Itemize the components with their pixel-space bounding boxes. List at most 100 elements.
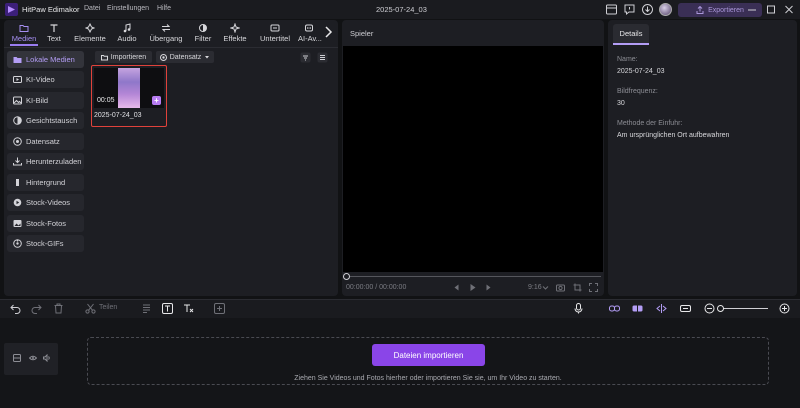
tab-details[interactable]: Details (613, 24, 649, 45)
chevron-right-icon[interactable] (323, 25, 333, 39)
detail-label-name: Name: (617, 56, 638, 63)
face-icon (13, 116, 22, 125)
sidebar-item-datensatz[interactable]: Datensatz (7, 133, 84, 150)
split-label[interactable]: Teilen (99, 304, 117, 311)
sidebar-item-label: Hintergrund (26, 178, 66, 187)
sidebar-item-stock-gifs[interactable]: Stock-GIFs (7, 235, 84, 252)
tab-label: Audio (117, 34, 137, 43)
minimize-icon[interactable] (747, 3, 757, 16)
dataset-dropdown[interactable]: Datensatz (156, 51, 214, 63)
tab-label: Untertitel (259, 34, 290, 43)
dataset-icon (159, 53, 167, 61)
layout-icon[interactable] (605, 3, 618, 16)
music-icon (111, 23, 143, 33)
image-icon (13, 96, 22, 105)
tab-elemente[interactable]: Elemente (71, 23, 109, 45)
view-toggle-icon[interactable] (317, 52, 328, 63)
subtitle-track-icon[interactable] (141, 303, 152, 314)
tab-label: Elemente (74, 34, 106, 43)
dataset-label: Datensatz (169, 53, 202, 61)
background-icon (13, 178, 22, 187)
import-icon (100, 54, 108, 61)
menu-einstellungen[interactable]: Einstellungen (107, 5, 149, 12)
dataset-icon (13, 137, 22, 146)
timecode: 00:00:00 / 00:00:00 (346, 284, 407, 291)
sidebar-item-label: Lokale Medien (26, 55, 75, 64)
eye-icon[interactable] (29, 354, 37, 362)
feedback-icon[interactable] (623, 3, 636, 16)
playback-scrubber[interactable] (346, 276, 601, 277)
magnet-snap-icon[interactable] (632, 303, 643, 314)
link-clips-icon[interactable] (609, 303, 620, 314)
sidebar-item-label: Stock-Fotos (26, 219, 67, 228)
chevron-down-icon (204, 54, 210, 60)
text-icon (38, 23, 70, 33)
chevron-down-icon[interactable] (541, 283, 550, 292)
crop-icon[interactable] (573, 283, 582, 292)
undo-icon[interactable] (10, 303, 21, 314)
redo-icon[interactable] (31, 303, 42, 314)
export-label: Exportieren (708, 6, 744, 14)
sort-filter-icon[interactable] (300, 52, 311, 63)
menu-datei[interactable]: Datei (84, 5, 100, 12)
sidebar-item-stock-videos[interactable]: Stock-Videos (7, 194, 84, 211)
import-files-button[interactable]: Dateien importieren (372, 344, 485, 366)
import-button[interactable]: Importieren (95, 51, 152, 63)
sidebar-item-herunterzuladen[interactable]: Herunterzuladen (7, 153, 84, 170)
aspect-ratio-selector[interactable]: 9:16 (528, 284, 542, 291)
tab-medien[interactable]: Medien (7, 23, 41, 45)
filter-icon (189, 23, 217, 33)
fit-timeline-icon[interactable] (680, 303, 691, 314)
tab-ai-avatar[interactable]: AI-Av... (298, 23, 324, 45)
export-icon (696, 6, 704, 14)
scissors-icon[interactable] (85, 303, 96, 314)
user-avatar[interactable] (659, 3, 672, 16)
menu-hilfe[interactable]: Hilfe (157, 5, 171, 12)
add-media-icon[interactable] (214, 303, 225, 314)
sidebar-item-ki-bild[interactable]: KI-Bild (7, 92, 84, 109)
zoom-slider-handle[interactable] (717, 305, 724, 312)
timeline-zoom-slider[interactable] (718, 308, 768, 309)
close-icon[interactable] (784, 3, 794, 16)
tab-label: Effekte (223, 34, 247, 43)
microphone-icon[interactable] (573, 303, 584, 314)
tab-audio[interactable]: Audio (111, 23, 143, 45)
tab-text[interactable]: Text (38, 23, 70, 45)
video-preview[interactable] (343, 46, 603, 272)
import-label: Importieren (110, 53, 147, 61)
sidebar-item-gesichtstausch[interactable]: Gesichtstausch (7, 112, 84, 129)
tab-effekte[interactable]: Effekte (220, 23, 250, 45)
play-icon[interactable] (468, 283, 477, 292)
gif-icon (13, 239, 22, 248)
video-track-icon[interactable] (13, 354, 21, 362)
tab-label: Medien (11, 34, 37, 43)
tab-uebergang[interactable]: Übergang (146, 23, 186, 45)
zoom-in-icon[interactable] (779, 303, 790, 314)
add-to-timeline-icon[interactable]: + (152, 96, 161, 105)
next-frame-icon[interactable] (484, 283, 493, 292)
scrubber-handle[interactable] (343, 273, 350, 280)
sidebar-item-lokale-medien[interactable]: Lokale Medien (7, 51, 84, 68)
sidebar-item-hintergrund[interactable]: Hintergrund (7, 174, 84, 191)
speaker-icon[interactable] (43, 354, 51, 362)
edit-text-icon[interactable] (183, 303, 194, 314)
maximize-icon[interactable] (766, 3, 776, 16)
ai-icon (298, 23, 324, 33)
fullscreen-icon[interactable] (589, 283, 598, 292)
zoom-out-icon[interactable] (704, 303, 715, 314)
split-view-icon[interactable] (656, 303, 667, 314)
tab-filter[interactable]: Filter (189, 23, 217, 45)
previous-frame-icon[interactable] (452, 283, 461, 292)
tab-label: Text (47, 34, 61, 43)
download-icon (13, 157, 22, 166)
tab-untertitel[interactable]: Untertitel (255, 23, 295, 45)
snapshot-icon[interactable] (556, 283, 565, 292)
stock-photo-icon (13, 219, 22, 228)
delete-icon[interactable] (53, 303, 64, 314)
sidebar-item-ki-video[interactable]: KI-Video (7, 71, 84, 88)
transition-icon (146, 23, 186, 33)
download-icon[interactable] (641, 3, 654, 16)
text-box-icon[interactable] (162, 303, 173, 314)
sidebar-item-stock-fotos[interactable]: Stock-Fotos (7, 215, 84, 232)
drop-hint: Ziehen Sie Videos und Fotos hierher oder… (294, 375, 562, 382)
